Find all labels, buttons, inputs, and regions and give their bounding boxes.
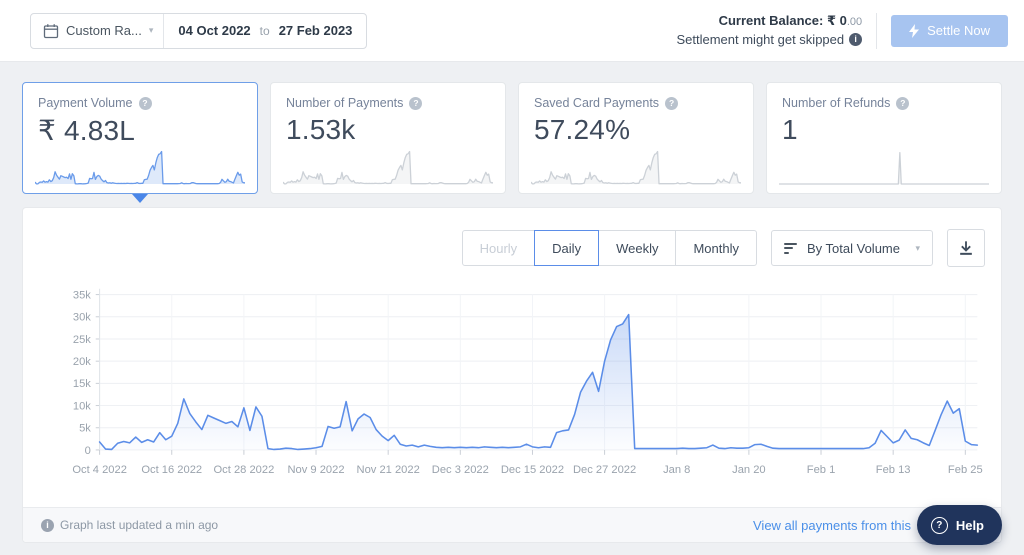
settle-now-label: Settle Now bbox=[927, 23, 990, 38]
svg-text:0: 0 bbox=[85, 445, 91, 457]
date-range-picker[interactable]: Custom Ra... ▾ 04 Oct 2022 to 27 Feb 202… bbox=[30, 12, 368, 49]
card-label: Number of Refunds bbox=[782, 96, 891, 110]
chart-controls: Hourly Daily Weekly Monthly By Total Vol… bbox=[23, 208, 1001, 267]
info-icon: i bbox=[41, 518, 54, 532]
help-icon[interactable]: ? bbox=[409, 96, 423, 110]
to-label: to bbox=[259, 23, 270, 38]
balance-area: Current Balance: ₹ 0.00 Settlement might… bbox=[676, 12, 1008, 50]
sort-by-dropdown[interactable]: By Total Volume ▾ bbox=[771, 230, 933, 266]
last-updated-text: Graph last updated a min ago bbox=[60, 518, 219, 532]
stat-card-number-of-refunds[interactable]: Number of Refunds ? 1 bbox=[766, 82, 1002, 194]
svg-text:30k: 30k bbox=[73, 312, 91, 324]
card-value: 1.53k bbox=[286, 114, 356, 145]
balance-value: ₹ 0 bbox=[826, 12, 847, 28]
date-range-values: 04 Oct 2022 to 27 Feb 2023 bbox=[164, 23, 366, 38]
current-balance: Current Balance: ₹ 0.00 bbox=[676, 12, 863, 31]
sparkline bbox=[531, 146, 741, 186]
help-icon[interactable]: ? bbox=[665, 96, 679, 110]
question-icon: ? bbox=[930, 516, 948, 534]
svg-text:Nov 9 2022: Nov 9 2022 bbox=[288, 464, 345, 476]
info-icon[interactable]: i bbox=[849, 33, 863, 47]
svg-text:Feb 1: Feb 1 bbox=[807, 464, 836, 476]
svg-text:25k: 25k bbox=[73, 334, 91, 346]
stat-card-number-of-payments[interactable]: Number of Payments ? 1.53k bbox=[270, 82, 506, 194]
range-type-label: Custom Ra... bbox=[66, 23, 142, 38]
tab-monthly[interactable]: Monthly bbox=[675, 230, 757, 266]
svg-text:Dec 3 2022: Dec 3 2022 bbox=[432, 464, 489, 476]
card-label: Number of Payments bbox=[286, 96, 404, 110]
balance-decimals: .00 bbox=[846, 15, 863, 28]
svg-text:20k: 20k bbox=[73, 356, 91, 368]
sparkline bbox=[35, 146, 245, 186]
settle-now-button[interactable]: Settle Now bbox=[891, 14, 1008, 47]
card-label: Payment Volume bbox=[38, 96, 133, 110]
chevron-down-icon: ▾ bbox=[915, 242, 920, 253]
view-all-payments-link[interactable]: View all payments from this bbox=[753, 518, 911, 533]
balance-summary: Current Balance: ₹ 0.00 Settlement might… bbox=[676, 12, 863, 50]
range-type-select[interactable]: Custom Ra... ▾ bbox=[31, 23, 163, 39]
topbar: Custom Ra... ▾ 04 Oct 2022 to 27 Feb 202… bbox=[0, 0, 1024, 62]
svg-text:Oct 16 2022: Oct 16 2022 bbox=[141, 464, 202, 476]
date-from[interactable]: 04 Oct 2022 bbox=[178, 23, 250, 38]
divider bbox=[876, 12, 878, 49]
balance-label: Current Balance: bbox=[718, 12, 824, 28]
help-icon[interactable]: ? bbox=[138, 96, 152, 110]
stat-cards-row: Payment Volume ? ₹ 4.83L Number of Payme… bbox=[22, 82, 1002, 203]
help-label: Help bbox=[955, 517, 984, 533]
svg-text:5k: 5k bbox=[79, 423, 91, 435]
chevron-down-icon: ▾ bbox=[148, 25, 154, 35]
download-button[interactable] bbox=[947, 229, 985, 267]
svg-text:Nov 21 2022: Nov 21 2022 bbox=[357, 464, 420, 476]
area-chart[interactable]: 0 5k 10k 15k 20k 25k 30k 35k Oct 4 2022 Oct 16 20… bbox=[53, 281, 989, 481]
svg-text:Jan 20: Jan 20 bbox=[732, 464, 766, 476]
help-icon[interactable]: ? bbox=[896, 96, 910, 110]
sparkline bbox=[283, 146, 493, 186]
help-button[interactable]: ? Help bbox=[916, 505, 1002, 545]
date-to[interactable]: 27 Feb 2023 bbox=[279, 23, 353, 38]
download-icon bbox=[960, 241, 972, 255]
svg-text:Oct 28 2022: Oct 28 2022 bbox=[213, 464, 274, 476]
svg-text:Feb 25: Feb 25 bbox=[948, 464, 983, 476]
svg-text:15k: 15k bbox=[73, 378, 91, 390]
tab-daily[interactable]: Daily bbox=[534, 230, 600, 266]
svg-text:Dec 15 2022: Dec 15 2022 bbox=[501, 464, 564, 476]
sparkline bbox=[779, 146, 989, 186]
stat-card-payment-volume[interactable]: Payment Volume ? ₹ 4.83L bbox=[22, 82, 258, 203]
sort-by-value: By Total Volume bbox=[807, 240, 900, 256]
svg-text:Feb 13: Feb 13 bbox=[876, 464, 911, 476]
card-value: 1 bbox=[782, 114, 798, 145]
tab-weekly[interactable]: Weekly bbox=[598, 230, 677, 266]
chart-panel: Hourly Daily Weekly Monthly By Total Vol… bbox=[22, 207, 1002, 543]
stat-card-saved-card-payments[interactable]: Saved Card Payments ? 57.24% bbox=[518, 82, 754, 194]
tab-hourly[interactable]: Hourly bbox=[461, 230, 536, 266]
card-value: 57.24% bbox=[534, 114, 631, 145]
payments-dashboard: Custom Ra... ▾ 04 Oct 2022 to 27 Feb 202… bbox=[0, 0, 1024, 555]
settlement-note: Settlement might get skipped i bbox=[676, 31, 863, 50]
calendar-icon bbox=[43, 23, 59, 38]
svg-text:Oct 4 2022: Oct 4 2022 bbox=[72, 464, 127, 476]
last-updated: i Graph last updated a min ago bbox=[41, 518, 218, 532]
selected-card-pointer bbox=[132, 194, 148, 203]
sort-icon bbox=[784, 242, 797, 254]
svg-text:Dec 27 2022: Dec 27 2022 bbox=[573, 464, 636, 476]
granularity-tabs: Hourly Daily Weekly Monthly bbox=[461, 230, 757, 266]
panel-footer: i Graph last updated a min ago View all … bbox=[23, 507, 1001, 542]
payment-volume-chart[interactable]: 0 5k 10k 15k 20k 25k 30k 35k Oct 4 2022 Oct 16 20… bbox=[23, 267, 1001, 481]
card-label: Saved Card Payments bbox=[534, 96, 660, 110]
lightning-icon bbox=[909, 23, 920, 38]
svg-text:Jan 8: Jan 8 bbox=[663, 464, 690, 476]
svg-text:35k: 35k bbox=[73, 289, 91, 301]
svg-text:10k: 10k bbox=[73, 400, 91, 412]
card-value: ₹ 4.83L bbox=[38, 115, 136, 146]
settlement-note-text: Settlement might get skipped bbox=[676, 31, 845, 47]
